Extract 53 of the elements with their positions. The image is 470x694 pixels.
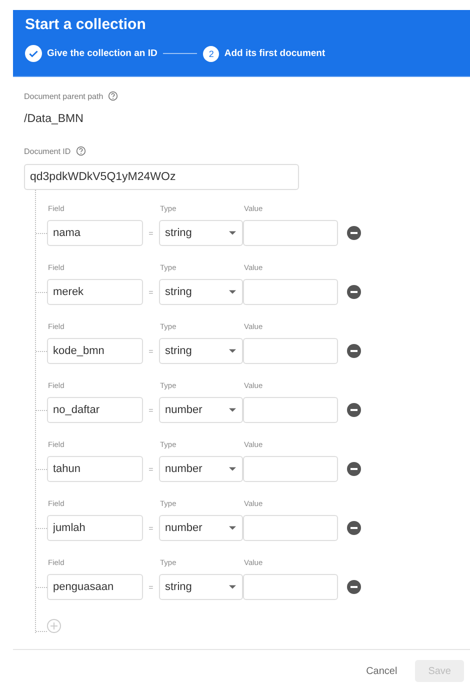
field-name-input[interactable]: tahun [47, 456, 143, 482]
step-label: Give the collection an ID [47, 48, 158, 59]
type-dropdown[interactable]: string [159, 220, 243, 246]
field-name-input[interactable]: kode_bmn [47, 338, 143, 364]
remove-icon[interactable] [347, 285, 361, 299]
remove-icon[interactable] [347, 344, 361, 358]
caret-icon [229, 349, 236, 353]
value-input[interactable] [243, 456, 338, 482]
field-name-input[interactable]: merek [47, 279, 143, 305]
type-dropdown[interactable]: string [159, 574, 243, 600]
remove-icon[interactable] [347, 462, 361, 476]
field-name-input[interactable]: penguasaan [47, 574, 143, 600]
remove-icon[interactable] [347, 580, 361, 594]
type-dropdown[interactable]: number [159, 397, 243, 423]
field-name-input[interactable]: no_daftar [47, 397, 143, 423]
type-dropdown[interactable]: number [159, 515, 243, 541]
type-dropdown[interactable]: number [159, 456, 243, 482]
value-input[interactable] [243, 338, 338, 364]
caret-icon [229, 231, 236, 235]
type-dropdown[interactable]: string [159, 279, 243, 305]
help-icon[interactable] [76, 146, 86, 156]
value-input[interactable] [243, 574, 338, 600]
equals-sign: = [148, 406, 154, 414]
remove-icon[interactable] [347, 521, 361, 535]
caret-icon [229, 585, 236, 589]
parent-path: /Data_BMN [24, 113, 84, 125]
caret-icon [229, 290, 236, 294]
field-label: Document ID [24, 146, 71, 156]
field-name-input[interactable]: nama [47, 220, 143, 246]
caret-icon [229, 467, 236, 471]
equals-sign: = [148, 228, 154, 238]
value-input[interactable] [243, 220, 338, 246]
field-name-input[interactable]: jumlah [47, 515, 143, 541]
step-number: 2 [203, 46, 220, 62]
caret-icon [229, 526, 236, 530]
type-dropdown[interactable]: string [159, 338, 243, 364]
remove-icon[interactable] [347, 403, 361, 417]
equals-sign: = [148, 524, 154, 532]
document-id-field[interactable]: qd3pdkWDkV5Q1yM24WOz [24, 164, 299, 190]
value-input[interactable] [243, 515, 338, 541]
field-label: Document parent path [24, 92, 104, 100]
equals-sign: = [148, 582, 154, 592]
help-icon[interactable] [108, 91, 118, 101]
dialog-title: Start a collection [25, 16, 147, 33]
value-input[interactable] [243, 397, 338, 423]
cancel-button[interactable]: Cancel [358, 660, 406, 682]
equals-sign: = [148, 464, 154, 474]
remove-icon[interactable] [347, 226, 361, 240]
equals-sign: = [148, 346, 154, 356]
caret-icon [229, 408, 236, 412]
value-input[interactable] [243, 279, 338, 305]
step-label: Add its first document [224, 48, 326, 59]
equals-sign: = [148, 288, 154, 296]
